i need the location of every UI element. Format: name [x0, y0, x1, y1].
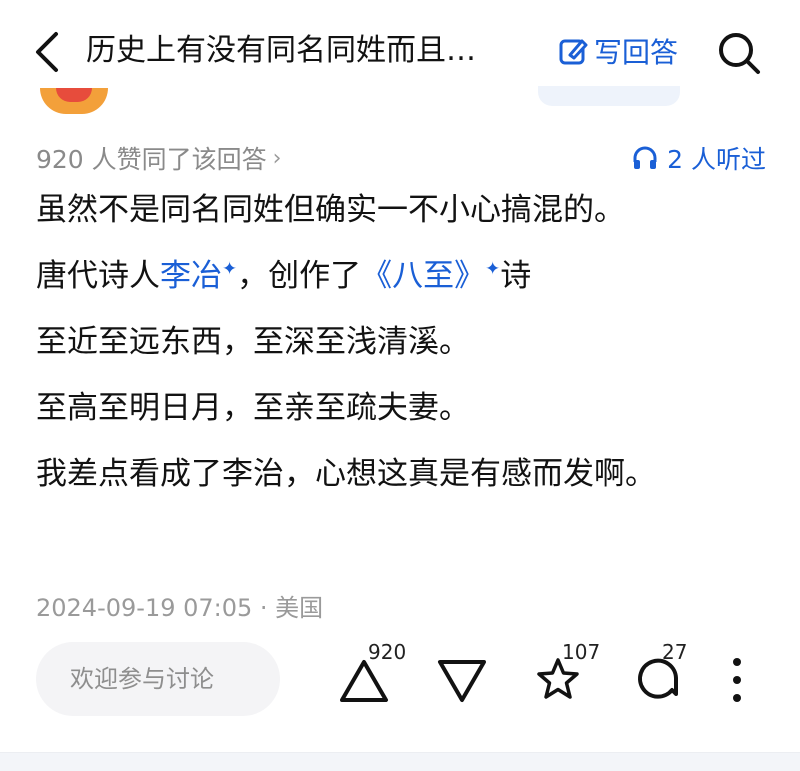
comment-button[interactable]: 27 [628, 640, 688, 708]
favorite-count: 107 [562, 640, 601, 664]
top-bar: 历史上有没有同名同姓而且… 写回答 [0, 0, 800, 104]
link-li-ye[interactable]: 李冶 [160, 258, 222, 294]
search-button[interactable] [716, 30, 762, 76]
text: 诗 [500, 258, 532, 294]
more-vertical-icon [733, 658, 741, 702]
answer-content: 虽然不是同名同姓但确实一不小心搞混的。 唐代诗人李冶✦，创作了《八至》✦诗 至近… [36, 190, 776, 520]
next-answer-divider [0, 752, 800, 771]
follow-button[interactable] [538, 86, 680, 106]
author-avatar[interactable] [40, 88, 108, 114]
search-icon [719, 33, 760, 74]
upvote-summary[interactable]: 920 人赞同了该回答 › [36, 140, 281, 176]
text: ，创作了 [237, 258, 362, 294]
edit-icon [559, 39, 588, 65]
favorite-button[interactable]: 107 [528, 640, 600, 708]
paragraph: 至近至远东西，至深至浅清溪。 [36, 324, 470, 360]
triangle-down-icon [438, 660, 486, 702]
downvote-button[interactable] [432, 648, 492, 708]
chevron-right-icon: › [272, 145, 282, 171]
page-title: 历史上有没有同名同姓而且… [86, 33, 476, 68]
write-answer-label: 写回答 [594, 36, 679, 69]
text: 唐代诗人 [36, 258, 160, 294]
listen-button[interactable]: 2 人听过 [631, 140, 766, 176]
sparkle-icon: ✦ [222, 258, 238, 280]
action-bar: 欢迎参与讨论 920 107 27 [0, 638, 800, 718]
comment-input[interactable]: 欢迎参与讨论 [36, 642, 280, 716]
link-ba-zhi[interactable]: 《八至》 [361, 258, 485, 294]
paragraph: 唐代诗人李冶✦，创作了《八至》✦诗 [36, 256, 776, 296]
listen-count: 2 人听过 [667, 145, 766, 174]
post-timestamp: 2024-09-19 07:05 · 美国 [36, 594, 324, 622]
comment-count: 27 [662, 640, 688, 664]
paragraph: 虽然不是同名同姓但确实一不小心搞混的。 [36, 192, 625, 228]
paragraph: 我差点看成了李治，心想这真是有感而发啊。 [36, 456, 656, 492]
sparkle-icon: ✦ [485, 258, 501, 280]
upvote-count: 920 [368, 640, 407, 664]
write-answer-button[interactable]: 写回答 [558, 30, 678, 72]
more-options-button[interactable] [722, 652, 752, 708]
upvote-button[interactable]: 920 [334, 640, 406, 708]
headphones-icon [633, 146, 657, 169]
chevron-left-icon [36, 32, 58, 72]
back-button[interactable] [30, 28, 66, 76]
paragraph: 至高至明日月，至亲至疏夫妻。 [36, 390, 470, 426]
answer-meta: 920 人赞同了该回答 › 2 人听过 [36, 136, 766, 178]
upvote-summary-text: 920 人赞同了该回答 [36, 145, 267, 174]
